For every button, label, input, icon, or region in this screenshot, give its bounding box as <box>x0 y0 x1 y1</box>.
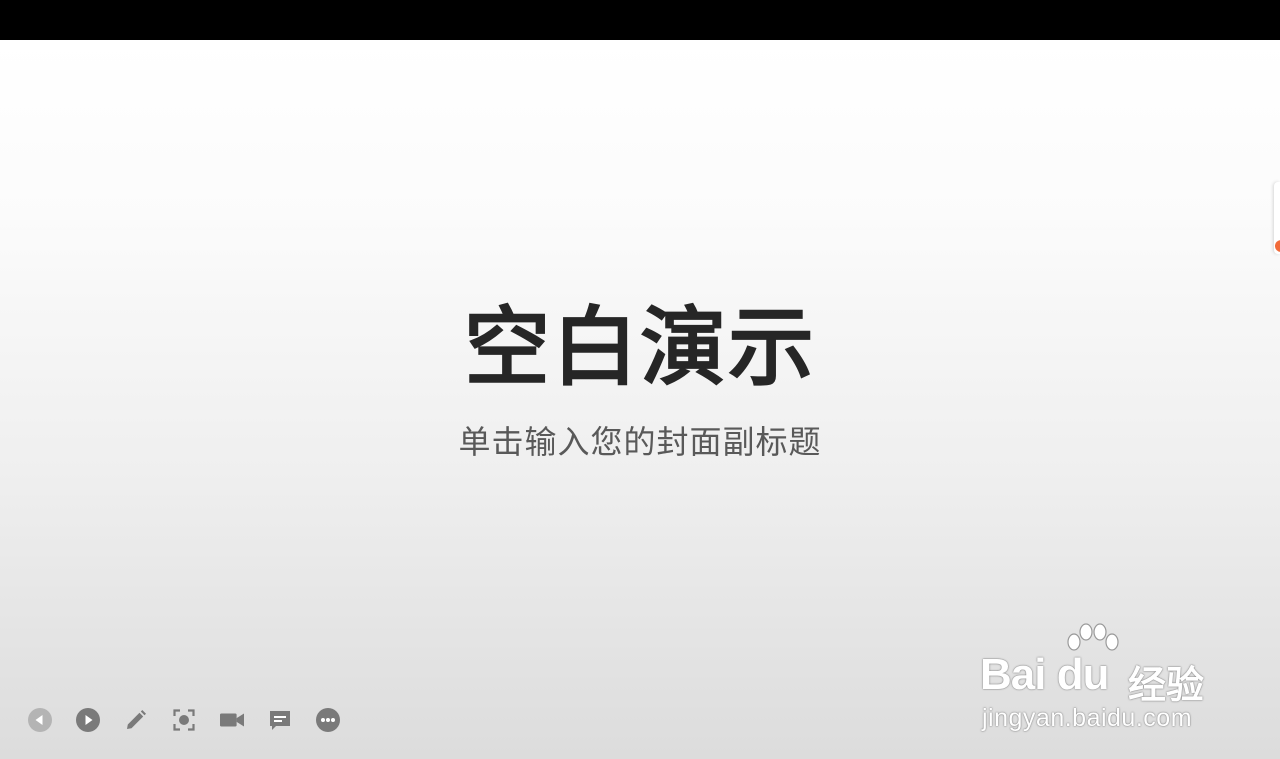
baidu-jingyan-watermark: Bai du 经验 jingyan.baidu.com <box>980 620 1220 732</box>
comments-button[interactable] <box>268 708 292 732</box>
pencil-icon <box>127 710 146 729</box>
more-button[interactable] <box>316 708 340 732</box>
top-bar <box>0 0 1280 40</box>
pen-tool-button[interactable] <box>124 708 148 732</box>
side-panel-indicator <box>1275 240 1280 252</box>
slide-subtitle[interactable]: 单击输入您的封面副标题 <box>0 422 1280 462</box>
video-camera-icon <box>220 713 244 727</box>
side-panel-tab[interactable] <box>1274 182 1280 254</box>
presentation-toolbar <box>28 708 364 732</box>
previous-slide-button[interactable] <box>28 708 52 732</box>
watermark-url: jingyan.baidu.com <box>982 704 1193 732</box>
play-arrow-icon <box>76 708 100 732</box>
jingyan-text: 经验 <box>1128 663 1205 707</box>
prev-arrow-icon <box>28 708 52 732</box>
record-button[interactable] <box>220 708 244 732</box>
comment-icon <box>270 711 290 730</box>
slide-canvas[interactable]: 空白演示 单击输入您的封面副标题 Bai du 经验 jingyan.baidu… <box>0 40 1280 759</box>
next-slide-button[interactable] <box>76 708 100 732</box>
focus-icon <box>173 709 195 731</box>
baidu-logo-text: Bai du <box>980 650 1109 699</box>
slide-title[interactable]: 空白演示 <box>0 298 1280 398</box>
spotlight-button[interactable] <box>172 708 196 732</box>
more-dots-icon <box>316 708 340 732</box>
